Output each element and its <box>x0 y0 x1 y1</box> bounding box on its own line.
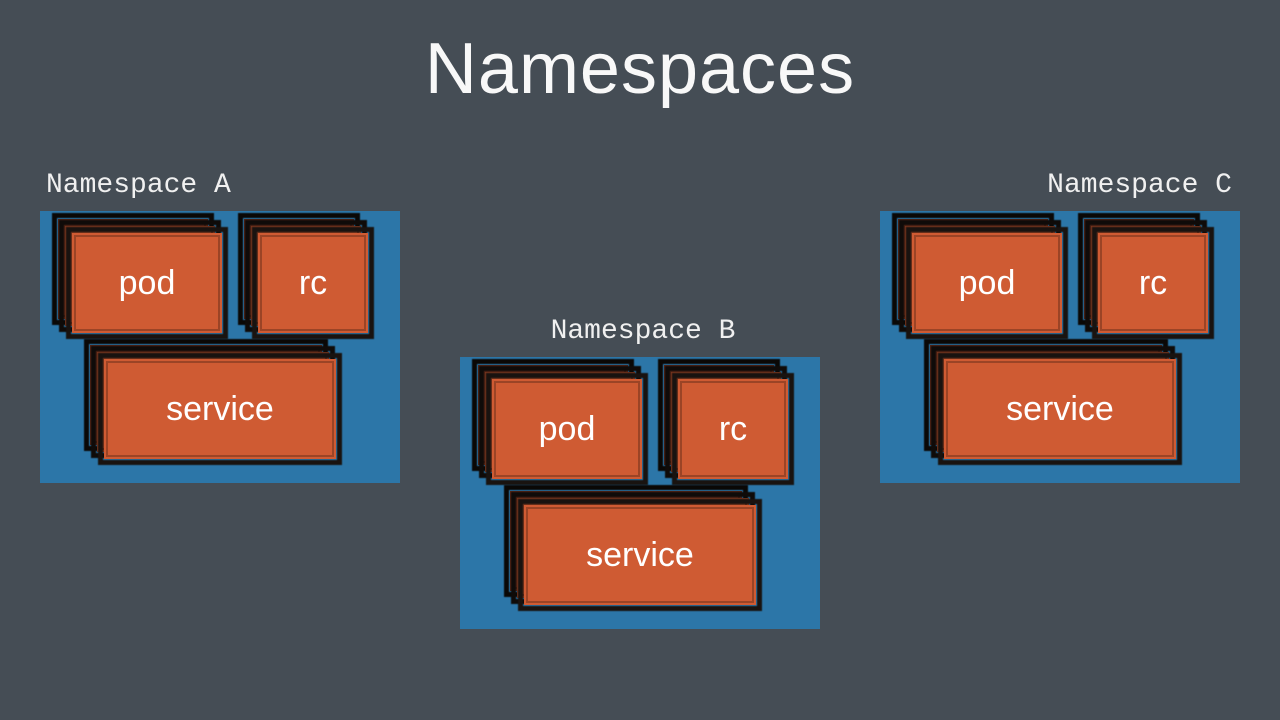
pod-stack-icon: pod <box>912 233 1062 333</box>
pod-card: pod <box>72 233 222 333</box>
namespace-c: Namespace C pod rc service <box>880 170 1240 483</box>
service-card: service <box>944 359 1176 459</box>
rc-stack-icon: rc <box>1098 233 1208 333</box>
namespace-b-row-2: service <box>476 505 804 605</box>
rc-card: rc <box>1098 233 1208 333</box>
service-card: service <box>524 505 756 605</box>
namespace-c-label: Namespace C <box>880 170 1240 201</box>
namespace-a-box: pod rc service <box>40 211 400 483</box>
namespace-b-box: pod rc service <box>460 357 820 629</box>
service-stack-icon: service <box>524 505 756 605</box>
pod-card: pod <box>912 233 1062 333</box>
pod-stack-icon: pod <box>492 379 642 479</box>
rc-stack-icon: rc <box>678 379 788 479</box>
namespace-b-row-1: pod rc <box>476 379 804 479</box>
service-card: service <box>104 359 336 459</box>
namespace-b-label: Namespace B <box>460 316 820 347</box>
namespace-c-box: pod rc service <box>880 211 1240 483</box>
rc-card: rc <box>678 379 788 479</box>
namespace-a-row-2: service <box>56 359 384 459</box>
rc-stack-icon: rc <box>258 233 368 333</box>
namespace-c-row-2: service <box>896 359 1224 459</box>
namespace-c-row-1: pod rc <box>896 233 1224 333</box>
namespace-a-row-1: pod rc <box>56 233 384 333</box>
slide-title: Namespaces <box>0 28 1280 110</box>
namespace-a: Namespace A pod rc service <box>40 170 400 483</box>
namespace-a-label: Namespace A <box>40 170 400 201</box>
service-stack-icon: service <box>104 359 336 459</box>
namespace-b: Namespace B pod rc service <box>460 316 820 629</box>
pod-card: pod <box>492 379 642 479</box>
service-stack-icon: service <box>944 359 1176 459</box>
pod-stack-icon: pod <box>72 233 222 333</box>
rc-card: rc <box>258 233 368 333</box>
slide: Namespaces Namespace A pod rc <box>0 0 1280 720</box>
